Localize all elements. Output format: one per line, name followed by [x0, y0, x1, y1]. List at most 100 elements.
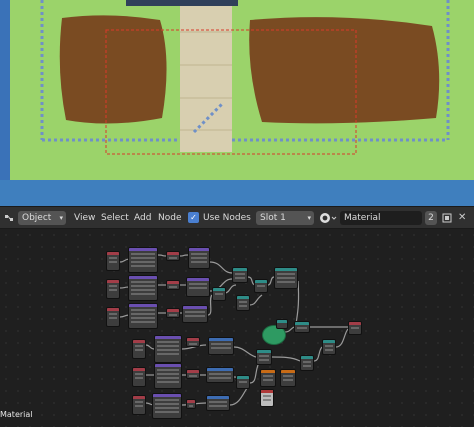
mix-node[interactable]: [256, 349, 272, 365]
texture-node[interactable]: [188, 247, 210, 269]
water-strip: [0, 180, 474, 206]
node-header: [209, 338, 233, 341]
chevron-down-icon: ▾: [307, 214, 311, 222]
node-header: [129, 248, 157, 251]
small-node[interactable]: [166, 308, 180, 318]
slot-dropdown[interactable]: Slot 1 ▾: [256, 211, 314, 225]
small-node[interactable]: [186, 369, 200, 379]
node-header: [255, 280, 267, 283]
shader-node[interactable]: [280, 369, 296, 387]
chevron-down-icon: ▾: [59, 214, 63, 222]
mix-node[interactable]: [236, 375, 250, 389]
material-output-node[interactable]: [348, 321, 362, 335]
mapping-node[interactable]: [154, 363, 182, 389]
node-header: [277, 320, 287, 323]
mode-label: Object: [22, 213, 52, 223]
menu-select[interactable]: Select: [99, 211, 131, 225]
node-header: [295, 322, 309, 325]
input-node[interactable]: [132, 339, 146, 359]
input-node[interactable]: [132, 395, 146, 415]
node-header: [187, 278, 209, 281]
mapping-node[interactable]: [128, 275, 158, 301]
fake-user-icon[interactable]: [441, 211, 453, 225]
node-header: [133, 340, 145, 343]
node-header: [129, 276, 157, 279]
mix-shader-node[interactable]: [300, 355, 314, 371]
node-header: [237, 296, 249, 299]
node-header: [167, 252, 179, 255]
use-nodes-label: Use Nodes: [203, 213, 251, 223]
color-ramp-node[interactable]: [274, 267, 298, 289]
texture-node[interactable]: [186, 277, 210, 297]
node-header: [233, 268, 247, 271]
mapping-node[interactable]: [128, 303, 158, 329]
material-browse-icon[interactable]: [319, 211, 337, 225]
node-editor-header: Object ▾ View Select Add Node ✓ Use Node…: [0, 206, 474, 229]
small-node[interactable]: [186, 399, 196, 409]
node-header: [207, 368, 233, 371]
node-header: [107, 308, 119, 311]
node-header: [129, 304, 157, 307]
mapping-node[interactable]: [152, 393, 182, 419]
node-header: [167, 281, 179, 284]
mix-node[interactable]: [232, 267, 248, 283]
math-node[interactable]: [212, 287, 226, 301]
editor-type-icon[interactable]: [4, 211, 14, 225]
node-header: [153, 394, 181, 397]
texture-node[interactable]: [206, 395, 230, 411]
material-users-count[interactable]: 2: [425, 211, 437, 225]
input-node[interactable]: [106, 251, 120, 271]
shader-node[interactable]: [260, 389, 274, 407]
mix-shader-node[interactable]: [322, 339, 336, 355]
top-object: [126, 0, 238, 6]
menu-add[interactable]: Add: [132, 211, 153, 225]
node-header: [107, 280, 119, 283]
texture-node[interactable]: [208, 337, 234, 355]
use-nodes-checkbox[interactable]: ✓: [188, 212, 199, 223]
mapping-node[interactable]: [128, 247, 158, 273]
input-node[interactable]: [106, 279, 120, 299]
slot-label: Slot 1: [260, 213, 286, 223]
mapping-node[interactable]: [154, 335, 182, 363]
mix-node[interactable]: [236, 295, 250, 311]
node-links: [119, 254, 349, 406]
node-header: [275, 268, 297, 271]
mix-node[interactable]: [254, 279, 268, 293]
small-node[interactable]: [166, 280, 180, 290]
node-header: [207, 396, 229, 399]
texture-node[interactable]: [206, 367, 234, 383]
node-header: [133, 396, 145, 399]
node-header: [107, 252, 119, 255]
small-node[interactable]: [166, 251, 180, 261]
node-header: [281, 370, 295, 373]
node-header: [187, 338, 199, 341]
node-header: [213, 288, 225, 291]
shader-node[interactable]: [260, 369, 276, 387]
texture-node[interactable]: [182, 305, 208, 323]
small-node[interactable]: [276, 319, 288, 329]
menu-view[interactable]: View: [72, 211, 97, 225]
material-name: Material: [344, 213, 381, 223]
soil-patch-left: [59, 15, 167, 124]
material-name-field[interactable]: Material: [340, 211, 422, 225]
node-header: [183, 306, 207, 309]
input-node[interactable]: [132, 367, 146, 387]
editor-material-label: Material: [0, 410, 33, 419]
node-header: [349, 322, 361, 325]
node-header: [167, 309, 179, 312]
small-node[interactable]: [186, 337, 200, 347]
node-header: [261, 370, 275, 373]
node-header: [237, 376, 249, 379]
mode-dropdown[interactable]: Object ▾: [18, 211, 66, 225]
viewport-scene: [0, 0, 474, 206]
node-header: [257, 350, 271, 353]
node-editor-canvas[interactable]: Material: [0, 229, 474, 427]
3d-viewport[interactable]: [0, 0, 474, 206]
soil-patch-right: [249, 17, 440, 124]
node-header: [301, 356, 313, 359]
menu-node[interactable]: Node: [156, 211, 184, 225]
input-node[interactable]: [106, 307, 120, 327]
close-icon[interactable]: ✕: [458, 211, 470, 225]
node-header: [323, 340, 335, 343]
shader-node[interactable]: [294, 321, 310, 333]
